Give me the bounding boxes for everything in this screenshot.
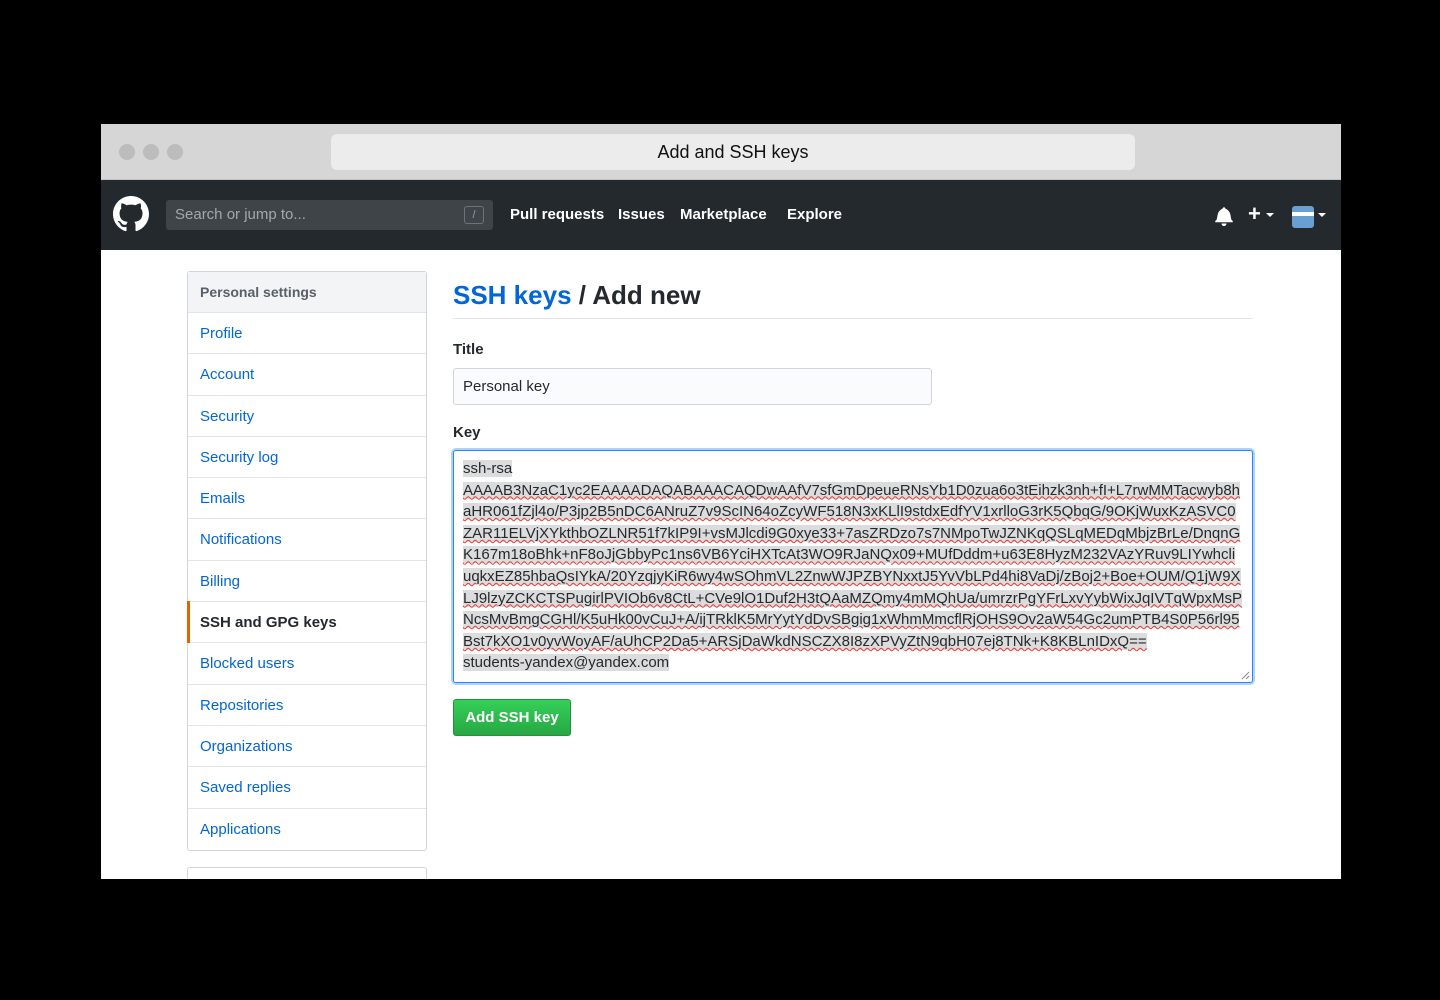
sidebar-item-emails[interactable]: Emails — [188, 478, 426, 520]
sidebar-item-security-log[interactable]: Security log — [188, 437, 426, 479]
main-content: SSH keys / Add new Title Personal key Ke… — [453, 271, 1253, 736]
maximize-window-button[interactable] — [167, 144, 183, 160]
key-type-text: ssh-rsa — [463, 460, 513, 477]
add-ssh-key-button[interactable]: Add SSH key — [453, 699, 571, 736]
sidebar-item-repositories[interactable]: Repositories — [188, 685, 426, 726]
key-label: Key — [453, 424, 481, 441]
avatar[interactable] — [1292, 206, 1314, 228]
sidebar-item-applications[interactable]: Applications — [188, 809, 426, 850]
nav-pull-requests[interactable]: Pull requests — [510, 180, 604, 250]
address-bar[interactable]: Add and SSH keys — [331, 134, 1135, 170]
nav-marketplace[interactable]: Marketplace — [680, 180, 767, 250]
sidebar-item-account[interactable]: Account — [188, 354, 426, 396]
sidebar-item-organizations[interactable]: Organizations — [188, 726, 426, 768]
sidebar-item-ssh-gpg-keys[interactable]: SSH and GPG keys — [187, 601, 426, 644]
settings-sidebar: Personal settings Profile Account Securi… — [187, 271, 427, 851]
resize-handle-icon[interactable] — [1241, 671, 1250, 680]
search-placeholder: Search or jump to... — [175, 206, 306, 223]
sidebar-item-blocked-users[interactable]: Blocked users — [188, 643, 426, 685]
breadcrumb-current: / Add new — [571, 280, 701, 310]
plus-icon[interactable]: + — [1248, 202, 1261, 226]
key-textarea[interactable]: ssh-rsa AAAAB3NzaC1yc2EAAAADAQABAAACAQDw… — [453, 450, 1253, 683]
slash-shortcut-icon: / — [464, 206, 484, 224]
bell-icon[interactable] — [1215, 206, 1233, 226]
sidebar-heading: Personal settings — [188, 272, 426, 313]
sidebar-item-saved-replies[interactable]: Saved replies — [188, 767, 426, 809]
search-input[interactable]: Search or jump to... / — [166, 200, 493, 230]
key-body-text: AAAAB3NzaC1yc2EAAAADAQABAAACAQDwAAfV7sfG… — [463, 481, 1242, 650]
key-comment-text: students-yandex@yandex.com — [463, 654, 670, 672]
secondary-sidebar-box — [187, 867, 427, 879]
sidebar-item-profile[interactable]: Profile — [188, 313, 426, 355]
nav-issues[interactable]: Issues — [618, 180, 665, 250]
title-label: Title — [453, 341, 484, 358]
title-input[interactable]: Personal key — [453, 368, 932, 405]
sidebar-item-billing[interactable]: Billing — [188, 561, 426, 603]
plus-dropdown-caret-icon[interactable] — [1266, 213, 1274, 217]
github-logo-icon[interactable] — [113, 196, 149, 232]
github-header: Search or jump to... / Pull requests Iss… — [101, 180, 1341, 250]
window-titlebar: Add and SSH keys — [101, 124, 1341, 180]
minimize-window-button[interactable] — [143, 144, 159, 160]
browser-window: Add and SSH keys Search or jump to... / … — [101, 124, 1341, 879]
avatar-dropdown-caret-icon[interactable] — [1318, 213, 1326, 217]
sidebar-item-notifications[interactable]: Notifications — [188, 519, 426, 561]
sidebar-item-security[interactable]: Security — [188, 396, 426, 437]
page-title: SSH keys / Add new — [453, 271, 1253, 319]
close-window-button[interactable] — [119, 144, 135, 160]
nav-explore[interactable]: Explore — [787, 180, 842, 250]
breadcrumb-ssh-keys-link[interactable]: SSH keys — [453, 280, 572, 310]
